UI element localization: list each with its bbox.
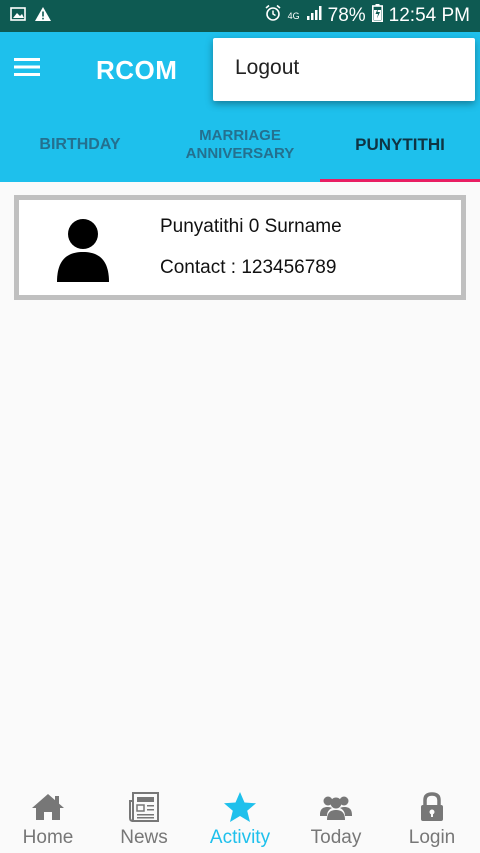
tab-birthday[interactable]: BIRTHDAY xyxy=(0,108,160,182)
tab-label: PUNYTITHI xyxy=(355,135,445,154)
tab-bar: BIRTHDAY MARRIAGE ANNIVERSARY PUNYTITHI xyxy=(0,108,480,182)
battery-percent: 78% xyxy=(327,5,366,26)
lock-icon xyxy=(415,790,449,824)
tab-marriage-anniversary[interactable]: MARRIAGE ANNIVERSARY xyxy=(160,108,320,182)
list-item[interactable]: Punyatithi 0 Surname Contact : 123456789 xyxy=(14,195,466,300)
record-contact: Contact : 123456789 xyxy=(160,257,337,278)
tab-indicator xyxy=(320,179,480,182)
network-type: 4G xyxy=(287,10,300,21)
tab-label-line1: MARRIAGE xyxy=(199,127,281,144)
star-icon xyxy=(223,790,257,824)
status-bar: 4G 78% 12:54 PM xyxy=(0,0,480,32)
nav-activity[interactable]: Activity xyxy=(192,780,288,853)
newspaper-icon xyxy=(127,790,161,824)
battery-icon xyxy=(371,4,383,28)
tab-punytithi[interactable]: PUNYTITHI xyxy=(320,108,480,182)
warning-icon xyxy=(34,6,52,27)
nav-label: Login xyxy=(408,827,456,848)
nav-label: Today xyxy=(310,827,362,848)
tab-label-line2: ANNIVERSARY xyxy=(185,145,295,162)
home-icon xyxy=(31,790,65,824)
alarm-icon xyxy=(264,4,282,28)
nav-label: News xyxy=(120,827,168,848)
bottom-navigation: Home News Activity Today Login xyxy=(0,780,480,853)
hamburger-menu-icon[interactable] xyxy=(14,56,50,84)
signal-icon xyxy=(306,5,322,27)
nav-login[interactable]: Login xyxy=(384,780,480,853)
nav-label: Activity xyxy=(209,827,271,848)
nav-news[interactable]: News xyxy=(96,780,192,853)
clock: 12:54 PM xyxy=(388,5,470,26)
image-icon xyxy=(10,6,26,27)
group-icon xyxy=(319,790,353,824)
overflow-menu: Logout xyxy=(213,38,475,101)
logout-menu-item[interactable]: Logout xyxy=(235,56,299,80)
app-title: RCOM xyxy=(96,55,178,85)
tab-label: BIRTHDAY xyxy=(39,136,121,153)
record-name: Punyatithi 0 Surname xyxy=(160,216,342,237)
person-icon xyxy=(55,216,111,284)
nav-today[interactable]: Today xyxy=(288,780,384,853)
nav-label: Home xyxy=(22,827,74,848)
nav-home[interactable]: Home xyxy=(0,780,96,853)
